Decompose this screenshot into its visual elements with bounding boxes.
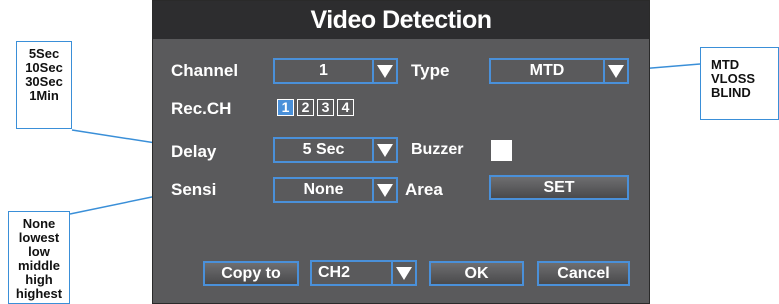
sensi-option: lowest — [18, 230, 60, 245]
sensi-option: low — [28, 244, 50, 259]
dialog-title: Video Detection — [153, 1, 649, 39]
sensi-value: None — [303, 181, 344, 198]
channel-label: Channel — [171, 61, 239, 80]
dropdown-icon[interactable] — [372, 139, 396, 161]
sensi-label: Sensi — [171, 180, 217, 199]
sensi-options-callout: None lowest low middle high highest — [8, 211, 70, 304]
delay-option: 10Sec — [25, 60, 63, 75]
delay-value: 5 Sec — [302, 141, 345, 158]
buzzer-checkbox[interactable] — [491, 140, 512, 161]
rec-channel-4-checkbox[interactable]: 4 — [337, 99, 354, 116]
dropdown-icon[interactable] — [372, 60, 396, 82]
type-option: VLOSS — [711, 71, 756, 86]
rec-ch-label: Rec.CH — [171, 99, 232, 118]
sensi-option: highest — [15, 286, 63, 301]
type-option: MTD — [711, 57, 740, 72]
type-value: MTD — [529, 62, 565, 79]
video-detection-dialog: Video Detection Channel 1 Type MTD Rec.C… — [152, 0, 650, 304]
ok-button[interactable]: OK — [429, 261, 524, 286]
cancel-button[interactable]: Cancel — [537, 261, 630, 286]
sensi-select[interactable]: None — [273, 177, 398, 203]
dropdown-icon[interactable] — [372, 179, 396, 201]
channel-value: 1 — [319, 62, 328, 79]
delay-select[interactable]: 5 Sec — [273, 137, 398, 163]
rec-channel-2-checkbox[interactable]: 2 — [297, 99, 314, 116]
channel-select[interactable]: 1 — [273, 58, 398, 84]
type-label: Type — [411, 61, 450, 80]
copy-to-button[interactable]: Copy to — [203, 261, 299, 286]
type-select[interactable]: MTD — [489, 58, 629, 84]
delay-label: Delay — [171, 142, 217, 161]
rec-channel-3-checkbox[interactable]: 3 — [317, 99, 334, 116]
delay-option: 30Sec — [25, 74, 63, 89]
type-option: BLIND — [711, 85, 751, 100]
type-options-callout: MTD VLOSS BLIND — [700, 47, 779, 120]
area-set-button[interactable]: SET — [489, 175, 629, 200]
area-label: Area — [405, 180, 443, 199]
sensi-option: middle — [18, 258, 60, 273]
delay-options-callout: 5Sec 10Sec 30Sec 1Min — [16, 41, 72, 129]
delay-option: 5Sec — [28, 46, 60, 61]
rec-channel-1-checkbox[interactable]: 1 — [277, 99, 294, 116]
buzzer-label: Buzzer — [411, 141, 464, 158]
dropdown-icon[interactable] — [391, 262, 415, 284]
delay-option: 1Min — [29, 88, 59, 103]
dropdown-icon[interactable] — [603, 60, 627, 82]
sensi-option: high — [25, 272, 53, 287]
copy-to-channel-value: CH2 — [318, 264, 351, 281]
sensi-option: None — [22, 216, 56, 231]
copy-to-channel-select[interactable]: CH2 — [310, 260, 417, 286]
